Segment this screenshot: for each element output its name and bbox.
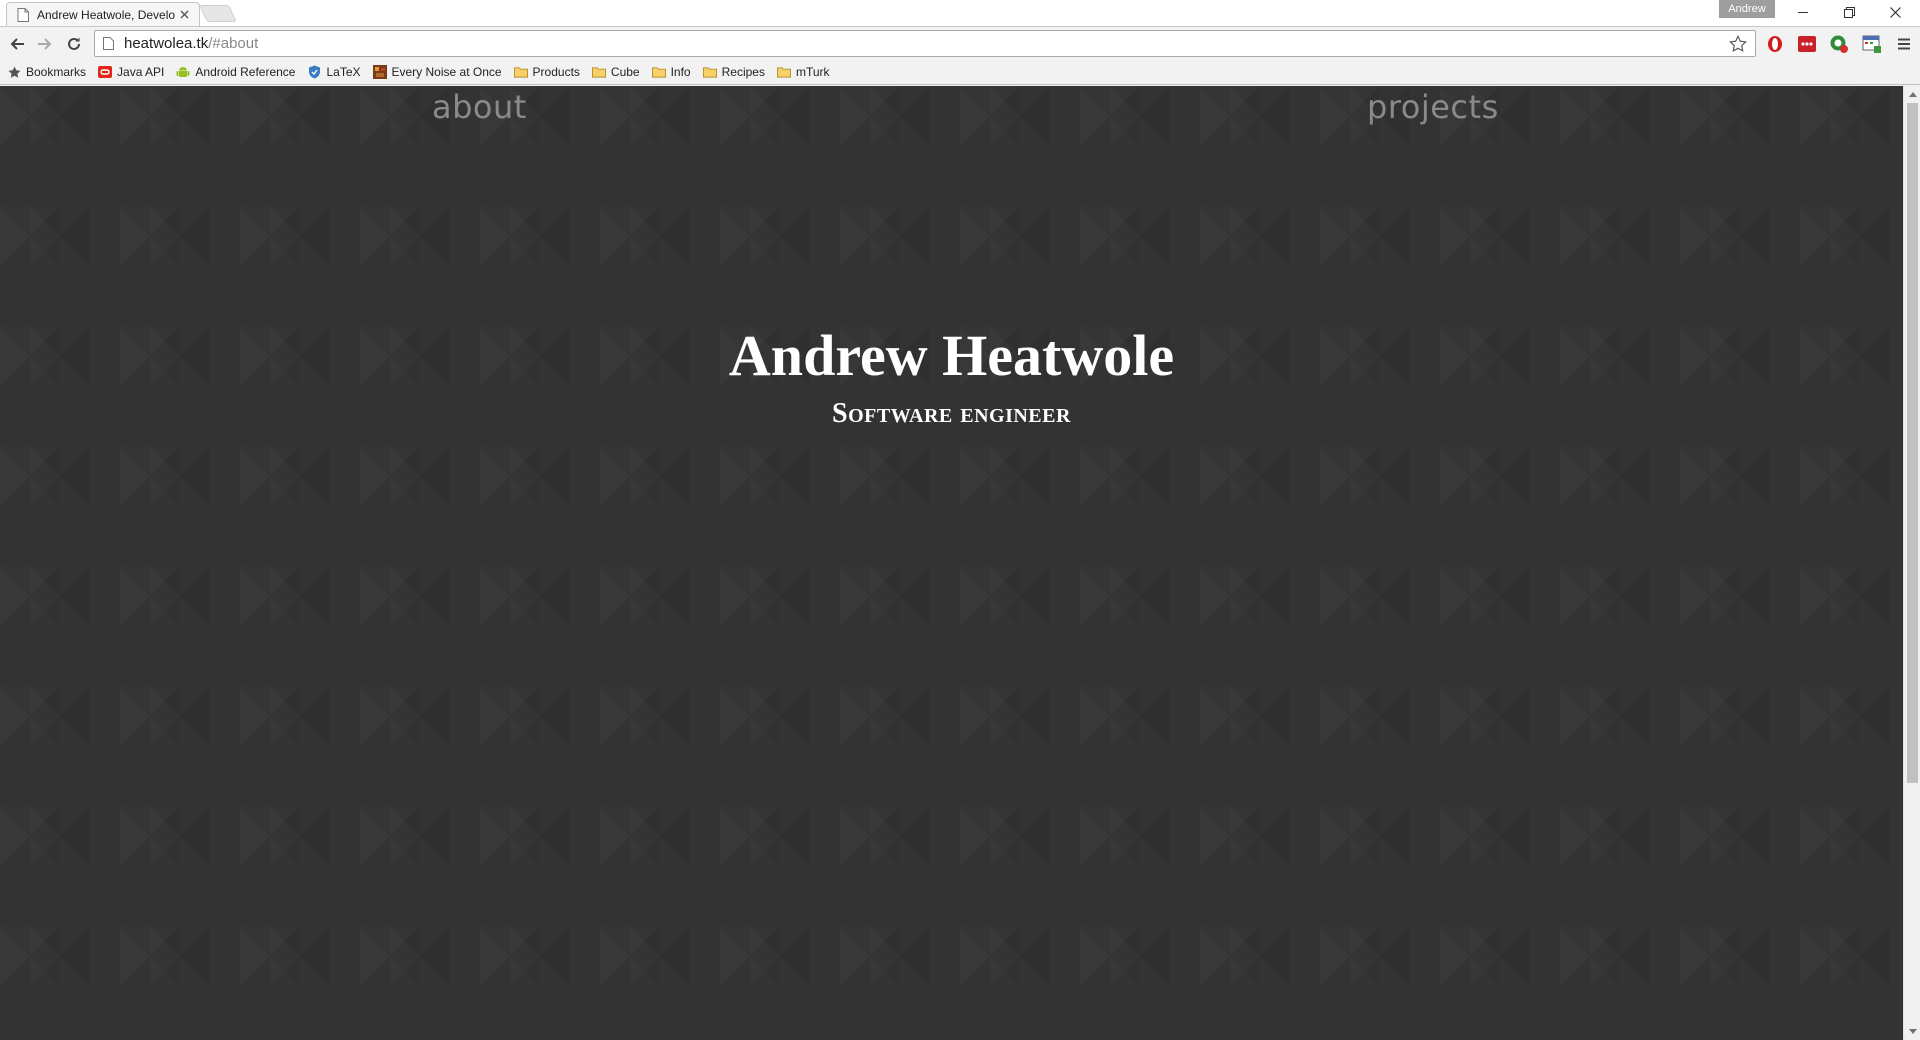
bookmark-label: Info <box>670 65 691 79</box>
browser-tab[interactable]: Andrew Heatwole, Develo <box>6 2 200 26</box>
oracle-icon <box>98 65 113 79</box>
url-host: heatwolea.tk <box>124 35 209 52</box>
bookmark-label: mTurk <box>795 65 830 79</box>
scroll-up-arrow-icon[interactable] <box>1904 86 1920 103</box>
chrome-menu-icon[interactable] <box>1894 34 1914 54</box>
calendar-extension-icon[interactable] <box>1862 34 1882 54</box>
page-viewport: about projects Andrew Heatwole Software … <box>0 86 1903 1040</box>
opera-extension-icon[interactable] <box>1765 34 1785 54</box>
folder-icon <box>651 65 666 79</box>
bookmark-label: Android Reference <box>195 65 296 79</box>
scroll-down-arrow-icon[interactable] <box>1904 1023 1920 1040</box>
bookmark-label: Every Noise at Once <box>391 65 502 79</box>
nav-link-about[interactable]: about <box>432 88 527 126</box>
page-icon <box>17 7 29 22</box>
bookmark-label: Java API <box>117 65 165 79</box>
hero-name: Andrew Heatwole <box>728 323 1175 388</box>
bookmark-label: Bookmarks <box>26 65 87 79</box>
hero-section: Andrew Heatwole Software engineer <box>0 324 1903 430</box>
bookmark-folder-cube[interactable]: Cube <box>591 62 640 82</box>
close-window-icon[interactable] <box>1872 0 1918 24</box>
bookmark-label: Products <box>532 65 580 79</box>
scroll-thumb[interactable] <box>1907 103 1918 783</box>
noise-icon <box>372 65 387 79</box>
bookmark-item-java-api[interactable]: Java API <box>98 62 164 82</box>
shield-icon <box>307 65 321 79</box>
minimize-icon[interactable] <box>1780 0 1826 24</box>
bookmark-item-latex[interactable]: LaTeX <box>307 62 361 82</box>
folder-icon <box>776 65 791 79</box>
nav-link-projects[interactable]: projects <box>1367 88 1499 126</box>
bookmark-label: LaTeX <box>326 65 361 79</box>
tab-title: Andrew Heatwole, Develo <box>37 7 176 22</box>
bookmark-label: Recipes <box>721 65 765 79</box>
bookmark-item-bookmarks[interactable]: Bookmarks <box>7 62 86 82</box>
lastpass-extension-icon[interactable] <box>1797 34 1817 54</box>
bookmark-label: Cube <box>610 65 640 79</box>
folder-icon <box>513 65 528 79</box>
forward-arrow-icon[interactable] <box>34 33 56 55</box>
hero-tagline: Software engineer <box>832 397 1071 429</box>
new-tab-button[interactable] <box>199 5 237 22</box>
back-arrow-icon[interactable] <box>6 33 28 55</box>
restore-icon[interactable] <box>1826 0 1872 24</box>
green-extension-icon[interactable] <box>1829 34 1849 54</box>
url-path: /#about <box>208 35 259 52</box>
bookmark-folder-mturk[interactable]: mTurk <box>776 62 830 82</box>
bookmarks-bar: Bookmarks Java API Android Reference LaT… <box>0 60 1920 85</box>
browser-toolbar: heatwolea.tk /#about <box>0 26 1920 60</box>
profile-button[interactable]: Andrew <box>1719 0 1775 18</box>
bookmark-folder-recipes[interactable]: Recipes <box>702 62 765 82</box>
address-bar[interactable]: heatwolea.tk /#about <box>94 30 1756 57</box>
folder-icon <box>591 65 606 79</box>
page-info-icon[interactable] <box>103 37 114 50</box>
reload-icon[interactable] <box>63 33 85 55</box>
bookmark-item-android-reference[interactable]: Android Reference <box>176 62 295 82</box>
page-scrollbar[interactable] <box>1903 86 1920 1040</box>
star-icon <box>7 65 21 79</box>
tab-close-icon[interactable] <box>177 8 191 22</box>
folder-icon <box>702 65 717 79</box>
android-icon <box>176 65 190 79</box>
bookmark-item-every-noise[interactable]: Every Noise at Once <box>372 62 502 82</box>
bookmark-folder-info[interactable]: Info <box>651 62 691 82</box>
bookmark-star-icon[interactable] <box>1729 35 1747 53</box>
bookmark-folder-products[interactable]: Products <box>513 62 580 82</box>
tab-strip: Andrew Heatwole, Develo Andrew <box>0 0 1920 26</box>
